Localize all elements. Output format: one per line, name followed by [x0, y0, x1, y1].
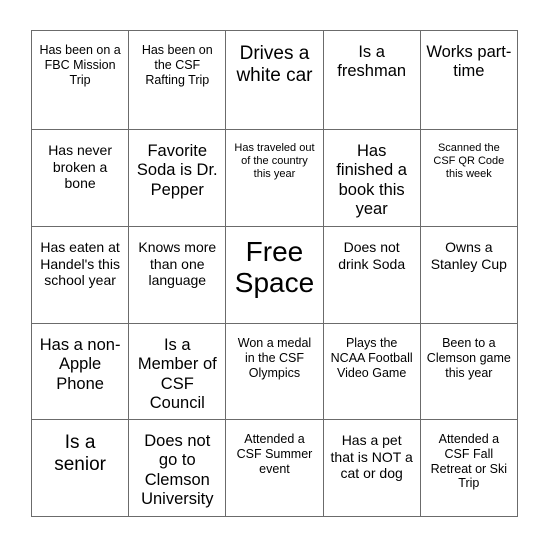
- bingo-card: Has been on a FBC Mission Trip Has been …: [30, 30, 518, 517]
- bingo-cell[interactable]: Knows more than one language: [128, 226, 227, 324]
- bingo-cell-text: Has never broken a bone: [48, 142, 112, 192]
- bingo-cell-text: Is a freshman: [337, 43, 407, 81]
- bingo-cell-text: Has been on the CSF Rafting Trip: [141, 43, 213, 87]
- bingo-row: Has a non-Apple Phone Is a Member of CSF…: [30, 323, 518, 420]
- bingo-cell-text: Is a Member of CSF Council: [137, 336, 217, 413]
- bingo-cell-text: Attended a CSF Fall Retreat or Ski Trip: [430, 432, 508, 491]
- bingo-cell-text: Has been on a FBC Mission Trip: [39, 43, 121, 87]
- bingo-cell[interactable]: Won a medal in the CSF Olympics: [225, 323, 324, 420]
- bingo-cell-text: Favorite Soda is Dr. Pepper: [136, 142, 218, 199]
- bingo-cell-text: Owns a Stanley Cup: [430, 239, 507, 272]
- bingo-cell[interactable]: Been to a Clemson game this year: [419, 323, 518, 420]
- bingo-row: Has been on a FBC Mission Trip Has been …: [30, 30, 518, 130]
- bingo-row: Has eaten at Handel's this school year K…: [30, 226, 518, 324]
- bingo-cell[interactable]: Has a pet that is NOT a cat or dog: [322, 419, 421, 517]
- bingo-card-body: Has been on a FBC Mission Trip Has been …: [30, 30, 518, 517]
- bingo-cell-text: Attended a CSF Summer event: [236, 432, 313, 476]
- bingo-row: Is a senior Does not go to Clemson Unive…: [30, 419, 518, 517]
- bingo-cell[interactable]: Is a freshman: [322, 30, 421, 130]
- bingo-cell[interactable]: Has been on a FBC Mission Trip: [30, 30, 130, 130]
- bingo-cell-text: Scanned the CSF QR Code this week: [433, 142, 505, 180]
- bingo-cell-text: Knows more than one language: [138, 239, 217, 289]
- bingo-cell[interactable]: Favorite Soda is Dr. Pepper: [128, 129, 227, 227]
- bingo-cell-text: Won a medal in the CSF Olympics: [237, 336, 312, 380]
- bingo-cell[interactable]: Has been on the CSF Rafting Trip: [128, 30, 227, 130]
- bingo-cell-text: Does not go to Clemson University: [141, 432, 214, 509]
- bingo-cell[interactable]: Drives a white car: [225, 30, 324, 130]
- bingo-row: Has never broken a bone Favorite Soda is…: [30, 129, 518, 227]
- bingo-cell[interactable]: Has never broken a bone: [30, 129, 130, 227]
- bingo-cell[interactable]: Owns a Stanley Cup: [419, 226, 518, 324]
- bingo-cell[interactable]: Attended a CSF Summer event: [225, 419, 324, 517]
- bingo-cell-text: Works part-time: [426, 43, 512, 81]
- bingo-cell-text: Plays the NCAA Football Video Game: [330, 336, 413, 380]
- free-space-text: Free Space: [234, 236, 315, 299]
- bingo-cell[interactable]: Does not drink Soda: [322, 226, 421, 324]
- bingo-cell-text: Has traveled out of the country this yea…: [234, 142, 315, 180]
- bingo-cell[interactable]: Is a Member of CSF Council: [128, 323, 227, 420]
- bingo-cell[interactable]: Attended a CSF Fall Retreat or Ski Trip: [419, 419, 518, 517]
- bingo-cell-text: Does not drink Soda: [338, 239, 406, 272]
- bingo-cell[interactable]: Plays the NCAA Football Video Game: [322, 323, 421, 420]
- bingo-cell[interactable]: Is a senior: [30, 419, 130, 517]
- bingo-cell[interactable]: Has a non-Apple Phone: [30, 323, 130, 420]
- bingo-cell[interactable]: Has finished a book this year: [322, 129, 421, 227]
- bingo-cell-text: Has a non-Apple Phone: [39, 336, 121, 393]
- bingo-cell-text: Is a senior: [54, 432, 106, 476]
- bingo-cell-text: Has finished a book this year: [336, 142, 407, 219]
- bingo-cell[interactable]: Does not go to Clemson University: [128, 419, 227, 517]
- bingo-cell[interactable]: Works part-time: [419, 30, 518, 130]
- bingo-cell-text: Has a pet that is NOT a cat or dog: [330, 432, 413, 482]
- bingo-cell[interactable]: Has traveled out of the country this yea…: [225, 129, 324, 227]
- bingo-cell-text: Has eaten at Handel's this school year: [40, 239, 120, 289]
- bingo-cell-text: Drives a white car: [236, 43, 313, 87]
- bingo-cell[interactable]: Scanned the CSF QR Code this week: [419, 129, 518, 227]
- bingo-cell[interactable]: Has eaten at Handel's this school year: [30, 226, 130, 324]
- bingo-cell-free-space[interactable]: Free Space: [225, 226, 324, 324]
- bingo-cell-text: Been to a Clemson game this year: [426, 336, 511, 380]
